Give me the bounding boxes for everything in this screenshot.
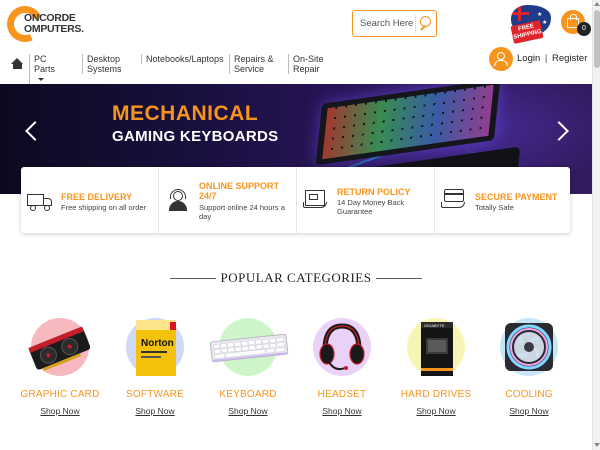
keyboard-product-image <box>209 333 289 362</box>
category-cooling[interactable]: COOLING Shop Now <box>484 314 574 420</box>
home-icon[interactable] <box>11 58 24 69</box>
return-box-icon <box>303 189 329 209</box>
feature-title: SECURE PAYMENT <box>475 192 558 202</box>
card-payment-icon <box>441 189 467 209</box>
login-separator: | <box>544 53 548 64</box>
scroll-up-icon[interactable] <box>594 2 600 6</box>
cooling-fan-image <box>505 323 553 371</box>
shop-now-link[interactable]: Shop Now <box>484 406 574 416</box>
shop-now-label: Shop Now <box>322 406 362 416</box>
category-graphic-card[interactable]: GRAPHIC CARD Shop Now <box>15 314 105 420</box>
svg-text:GIGABYTE: GIGABYTE <box>424 323 445 328</box>
feature-desc: Free shipping on all order <box>61 203 147 212</box>
logo-text: ONCORDE OMPUTERS. <box>24 13 84 35</box>
nav-item-notebooks-laptops[interactable]: Notebooks/Laptops <box>141 54 224 64</box>
search-icon[interactable] <box>415 15 433 33</box>
nav-item-label: On-Site Repair <box>293 54 324 74</box>
feature-desc: 14 Day Money Back Guarantee <box>337 198 405 216</box>
hard-drive-box-image: GIGABYTE <box>421 322 453 376</box>
nav-item-label: PC Parts <box>34 54 56 74</box>
category-name: HARD DRIVES <box>400 389 472 400</box>
truck-icon <box>27 190 53 211</box>
nav-item-pc-parts[interactable]: PC Parts <box>29 54 55 84</box>
shop-now-link[interactable]: Shop Now <box>297 406 387 416</box>
category-software[interactable]: Norton SOFTWARE Shop Now <box>110 314 200 420</box>
scroll-thumb[interactable] <box>594 10 600 68</box>
feature-desc: Support online 24 hours a day <box>199 203 285 221</box>
free-shipping-australia-badge: ★ ★ ★ FREE SHIPPING <box>507 4 553 44</box>
nav-item-label: Notebooks/Laptops <box>146 54 224 64</box>
features-bar: FREE DELIVERY Free shipping on all order… <box>21 167 570 233</box>
login-link[interactable]: Login <box>517 53 540 64</box>
feature-desc: Totally Safe <box>475 203 514 212</box>
chevron-down-icon <box>38 78 44 82</box>
carousel-prev-icon[interactable] <box>25 121 45 141</box>
feature-title: FREE DELIVERY <box>61 192 133 202</box>
shop-now-label: Shop Now <box>228 406 268 416</box>
category-hard-drives[interactable]: GIGABYTE HARD DRIVES Shop Now <box>391 314 481 420</box>
scroll-down-icon[interactable] <box>594 443 600 447</box>
category-name: SOFTWARE <box>126 389 184 400</box>
feature-title: ONLINE SUPPORT 24/7 <box>199 181 280 201</box>
shop-now-label: Shop Now <box>416 406 456 416</box>
site-header: ONCORDE OMPUTERS. Search Here ★ ★ ★ FREE… <box>0 0 592 84</box>
feature-return-policy: RETURN POLICY 14 Day Money Back Guarante… <box>296 167 434 233</box>
search-box[interactable]: Search Here <box>352 10 437 37</box>
banner-title: MECHANICAL <box>112 102 259 125</box>
svg-text:Norton: Norton <box>141 338 174 349</box>
category-name: GRAPHIC CARD <box>20 389 100 400</box>
banner-subtitle: GAMING KEYBOARDS <box>112 128 279 145</box>
logo-text-line2: OMPUTERS. <box>24 23 84 35</box>
feature-online-support: ONLINE SUPPORT 24/7 Support online 24 ho… <box>158 167 296 233</box>
nav-item-repairs-service[interactable]: Repairs & Service <box>229 54 283 74</box>
page-scrollbar[interactable] <box>592 0 600 450</box>
shop-now-link[interactable]: Shop Now <box>391 406 481 416</box>
shop-now-link[interactable]: Shop Now <box>110 406 200 416</box>
shop-now-link[interactable]: Shop Now <box>15 406 105 416</box>
search-input[interactable]: Search Here <box>360 18 413 29</box>
feature-title: RETURN POLICY <box>337 187 411 197</box>
headset-image <box>319 323 365 371</box>
nav-item-label: Desktop Systems <box>87 54 122 74</box>
cart-count-badge: 0 <box>577 22 591 36</box>
graphic-card-image <box>28 326 91 371</box>
category-headset[interactable]: HEADSET Shop Now <box>297 314 387 420</box>
user-icon <box>497 52 505 60</box>
nav-item-label: Repairs & Service <box>234 54 274 74</box>
category-keyboard[interactable]: KEYBOARD Shop Now <box>203 314 293 420</box>
login-register: Login | Register <box>517 53 587 64</box>
shop-now-link[interactable]: Shop Now <box>203 406 293 416</box>
register-link[interactable]: Register <box>552 53 587 64</box>
shop-now-label: Shop Now <box>509 406 549 416</box>
nav-item-desktop-systems[interactable]: Desktop Systems <box>82 54 140 74</box>
category-name: COOLING <box>505 389 553 400</box>
feature-free-delivery: FREE DELIVERY Free shipping on all order <box>21 167 158 233</box>
nav-item-on-site-repair[interactable]: On-Site Repair <box>288 54 336 74</box>
shop-now-label: Shop Now <box>40 406 80 416</box>
support-agent-icon <box>165 189 191 211</box>
popular-categories-heading: POPULAR CATEGORIES <box>170 268 422 288</box>
feature-secure-payment: SECURE PAYMENT Totally Safe <box>434 167 570 233</box>
concorde-computers-logo[interactable]: ONCORDE OMPUTERS. <box>1 0 87 48</box>
divider <box>376 278 422 279</box>
category-name: KEYBOARD <box>219 389 277 400</box>
category-name: HEADSET <box>317 389 367 400</box>
user-account-button[interactable] <box>489 47 513 71</box>
software-box-image: Norton <box>136 320 176 376</box>
shop-now-label: Shop Now <box>135 406 175 416</box>
